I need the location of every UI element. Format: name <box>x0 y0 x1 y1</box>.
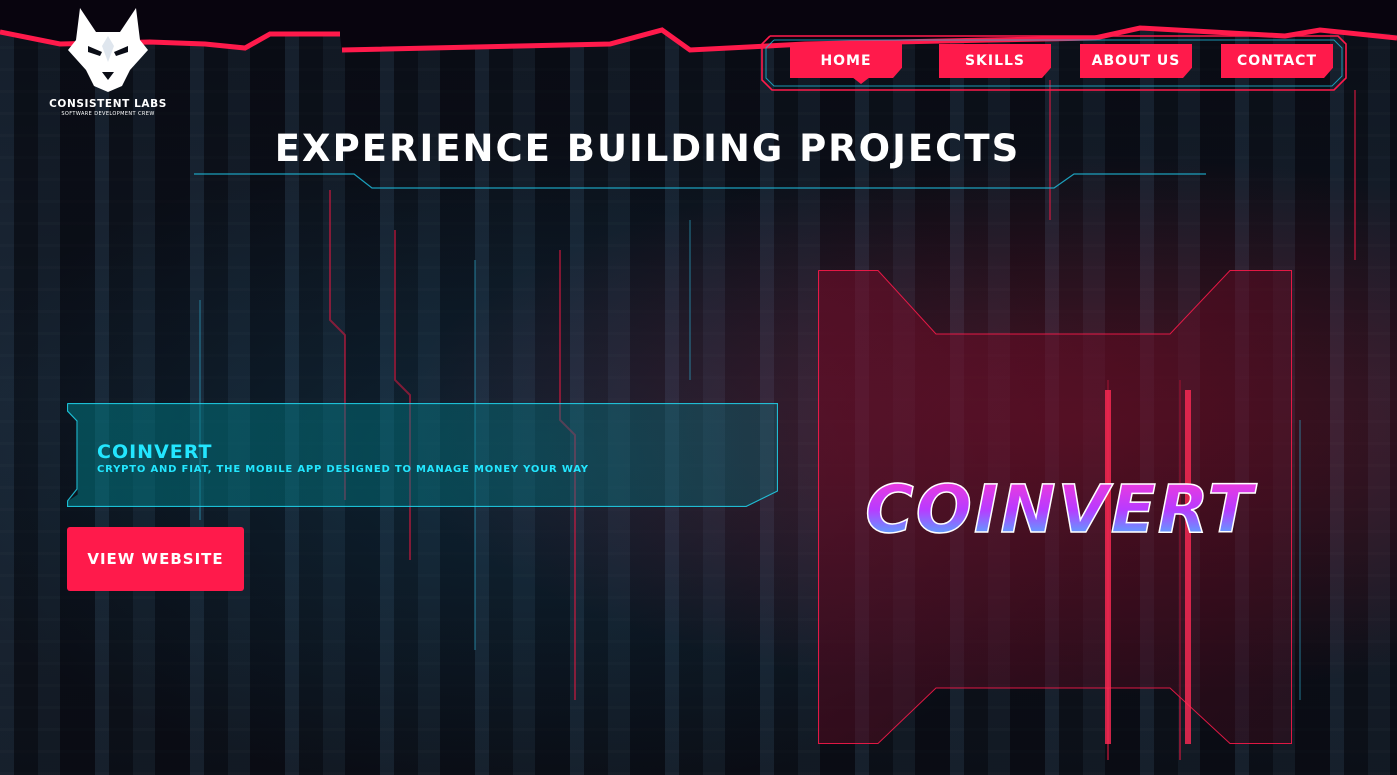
view-website-button[interactable]: VIEW WEBSITE <box>67 527 244 591</box>
page-title: EXPERIENCE BUILDING PROJECTS <box>274 127 1021 170</box>
title-underline <box>194 173 1206 189</box>
project-description: CRYPTO AND FIAT, THE MOBILE APP DESIGNED… <box>97 464 589 475</box>
nav-home[interactable]: HOME <box>790 44 902 78</box>
brand-name: CONSISTENT LABS <box>49 98 167 110</box>
brand-logo[interactable]: CONSISTENT LABS SOFTWARE DEVELOPMENT CRE… <box>42 6 174 117</box>
preview-logo-text: COINVERT <box>865 471 1257 548</box>
project-name: COINVERT <box>97 441 213 463</box>
nav-skills[interactable]: SKILLS <box>939 44 1051 78</box>
wolf-head-icon <box>68 8 148 92</box>
nav-contact[interactable]: CONTACT <box>1221 44 1333 78</box>
nav-active-indicator <box>852 77 870 84</box>
coinvert-logo-icon: COINVERT <box>865 470 1257 549</box>
nav-about-us[interactable]: ABOUT US <box>1080 44 1192 78</box>
brand-tagline: SOFTWARE DEVELOPMENT CREW <box>61 111 155 117</box>
